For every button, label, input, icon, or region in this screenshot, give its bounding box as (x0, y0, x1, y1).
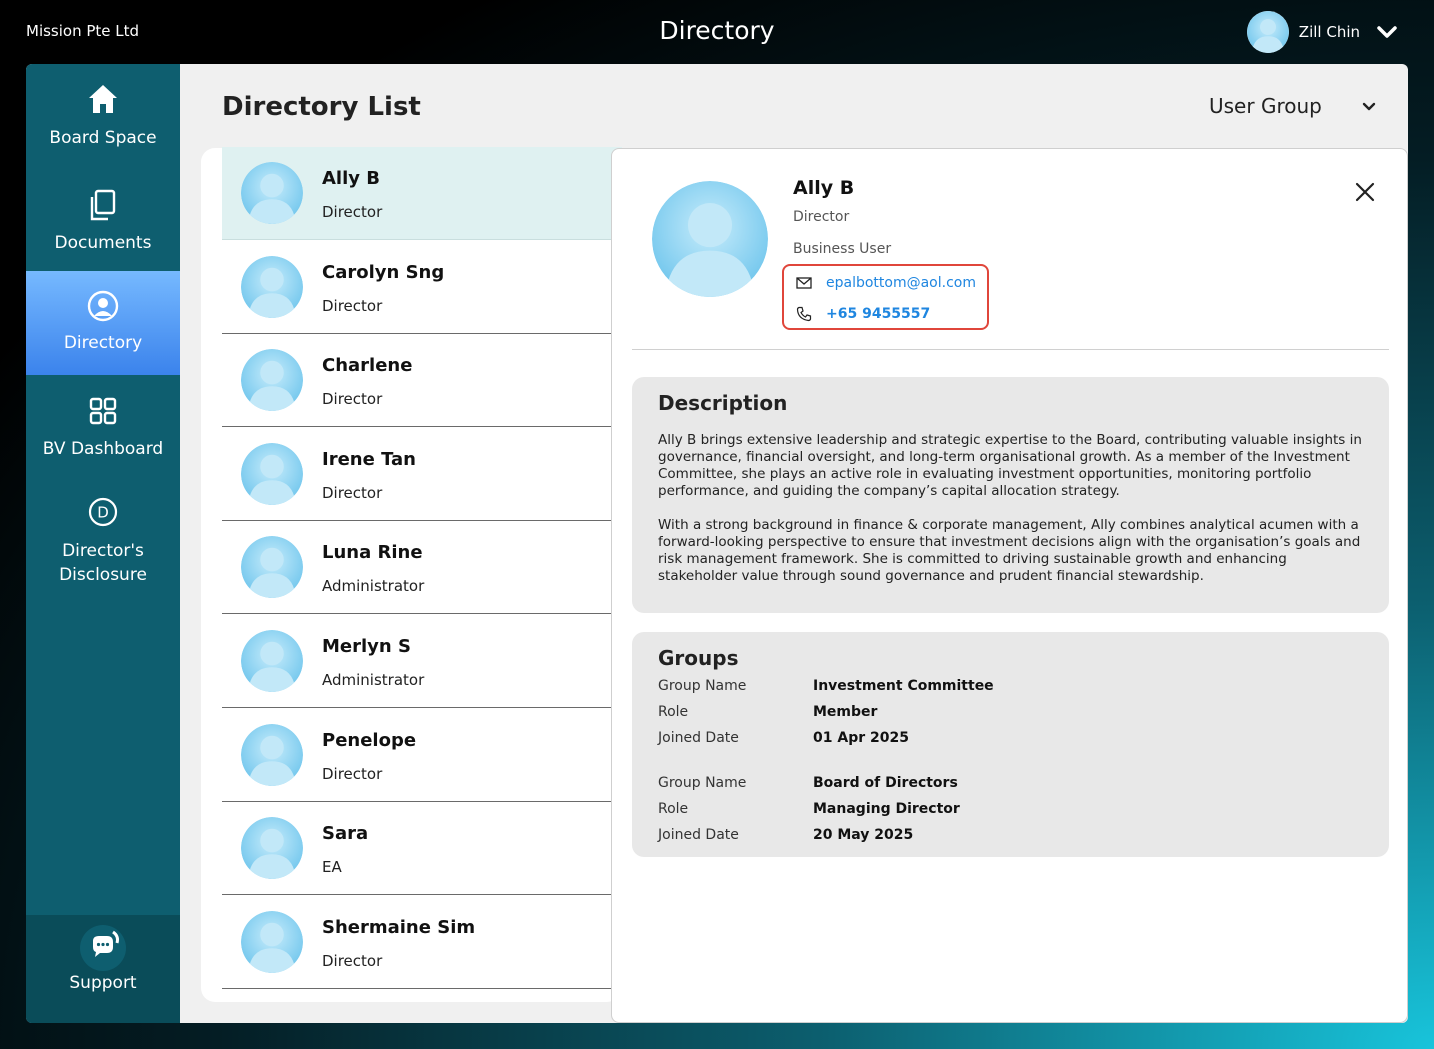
avatar (241, 630, 303, 692)
user-group-select[interactable]: User Group (1209, 94, 1322, 118)
avatar (241, 255, 303, 318)
avatar (241, 442, 303, 505)
close-icon[interactable] (1354, 181, 1376, 203)
avatar (241, 536, 303, 599)
mail-icon (796, 277, 812, 289)
list-item[interactable]: Shermaine Sim Director (222, 895, 622, 989)
avatar (241, 910, 303, 973)
list-item[interactable]: Sara EA (222, 802, 622, 896)
list-item-role: Director (322, 483, 383, 502)
group-joined-value: 20 May 2025 (813, 827, 914, 843)
home-icon (89, 85, 117, 113)
phone-link[interactable]: +65 9455557 (826, 306, 930, 322)
list-item-role: Director (322, 203, 383, 221)
user-circle-icon (87, 290, 119, 322)
d-circle-icon: D (88, 497, 118, 527)
avatar (652, 181, 768, 297)
chevron-down-icon[interactable] (1362, 102, 1376, 112)
list-item-name: Carolyn Sng (322, 261, 445, 283)
list-item-role: Administrator (322, 577, 425, 596)
group-role-label: Role (658, 801, 689, 817)
documents-icon (90, 189, 116, 221)
list-item-name: Luna Rine (322, 542, 423, 564)
profile-user-type: Business User (793, 241, 892, 257)
list-item-role: Director (322, 390, 383, 409)
email-row[interactable]: epalbottom@aol.com (796, 273, 976, 293)
groups-title: Groups (658, 646, 739, 670)
avatar (241, 817, 303, 880)
description-title: Description (658, 391, 788, 415)
chat-icon (80, 925, 126, 971)
sidebar-item-documents[interactable]: Documents (26, 168, 180, 272)
description-text: Ally B brings extensive leadership and s… (658, 432, 1368, 585)
list-item[interactable]: Irene Tan Director (222, 427, 622, 521)
user-menu[interactable]: Zill Chin (1246, 11, 1398, 53)
sidebar-item-bv-dashboard[interactable]: BV Dashboard (26, 376, 180, 480)
list-item-name: Merlyn S (322, 636, 411, 657)
avatar (241, 349, 303, 412)
list-item[interactable]: Luna Rine Administrator (222, 521, 622, 615)
grid-icon (89, 397, 117, 425)
support-button[interactable]: Support (26, 915, 180, 1023)
sidebar-item-label: Director's Disclosure (59, 541, 147, 585)
user-name[interactable]: Zill Chin (1299, 23, 1360, 41)
group-joined-label: Joined Date (658, 730, 739, 746)
list-item[interactable]: Charlene Director (222, 334, 622, 428)
list-item-name: Shermaine Sim (322, 916, 476, 938)
list-item-role: Director (322, 764, 383, 783)
group-name-label: Group Name (658, 678, 747, 694)
list-item-role: Administrator (322, 671, 425, 689)
sidebar-item-directors-disclosure[interactable]: D Director's Disclosure (26, 480, 180, 600)
profile-detail-panel: Ally B Director Business User epalbottom… (611, 148, 1408, 1023)
support-label: Support (69, 973, 137, 993)
group-role-value: Member (813, 704, 878, 720)
list-item[interactable]: Carolyn Sng Director (222, 240, 622, 334)
profile-name: Ally B (793, 177, 855, 199)
description-paragraph: Ally B brings extensive leadership and s… (658, 432, 1362, 499)
sidebar-item-label: Documents (54, 233, 152, 253)
list-item-name: Penelope (322, 729, 417, 751)
contact-box: epalbottom@aol.com +65 9455557 (782, 264, 989, 330)
list-item[interactable]: Merlyn S Administrator (222, 615, 622, 708)
group-name-label: Group Name (658, 775, 747, 791)
description-paragraph: With a strong background in finance & co… (658, 517, 1361, 584)
group-name-value: Board of Directors (813, 775, 958, 791)
list-item-name: Sara (322, 823, 369, 845)
avatar[interactable] (1246, 11, 1289, 53)
sidebar-item-label: BV Dashboard (42, 439, 164, 459)
sidebar-item-directory[interactable]: Directory (26, 271, 180, 375)
groups-panel: Groups Group Name Investment Committee R… (632, 632, 1389, 857)
sidebar: Board Space Documents Directory BV Dashb… (26, 64, 180, 1023)
profile-role: Director (793, 209, 850, 225)
svg-text:D: D (97, 504, 109, 522)
list-item[interactable]: Ally B Director (222, 147, 622, 240)
list-item-name: Irene Tan (322, 448, 416, 470)
chevron-down-icon[interactable] (1376, 25, 1398, 39)
phone-icon (796, 306, 812, 322)
group-role-label: Role (658, 704, 689, 720)
divider (632, 349, 1389, 350)
list-item-name: Ally B (322, 168, 380, 189)
group-role-value: Managing Director (813, 801, 960, 817)
avatar (241, 162, 303, 224)
description-panel: Description Ally B brings extensive lead… (632, 377, 1389, 613)
list-item-role: Director (322, 296, 383, 315)
top-bar: Mission Pte Ltd Directory Zill Chin (0, 0, 1434, 64)
sidebar-item-label: Board Space (49, 128, 157, 148)
sidebar-item-board-space[interactable]: Board Space (26, 64, 180, 168)
group-joined-label: Joined Date (658, 827, 739, 843)
group-name-value: Investment Committee (813, 678, 994, 694)
app-frame: Board Space Documents Directory BV Dashb… (26, 64, 1408, 1023)
sidebar-item-label: Directory (63, 333, 143, 353)
directory-list-title: Directory List (222, 92, 421, 122)
list-item-name: Charlene (322, 355, 413, 377)
group-joined-value: 01 Apr 2025 (813, 730, 909, 746)
page-title: Directory (659, 16, 775, 45)
list-item-role: EA (322, 858, 342, 877)
avatar (241, 723, 303, 786)
list-item[interactable]: Penelope Director (222, 708, 622, 802)
email-link[interactable]: epalbottom@aol.com (826, 275, 976, 291)
phone-row[interactable]: +65 9455557 (796, 304, 930, 324)
list-item-role: Director (322, 951, 383, 970)
